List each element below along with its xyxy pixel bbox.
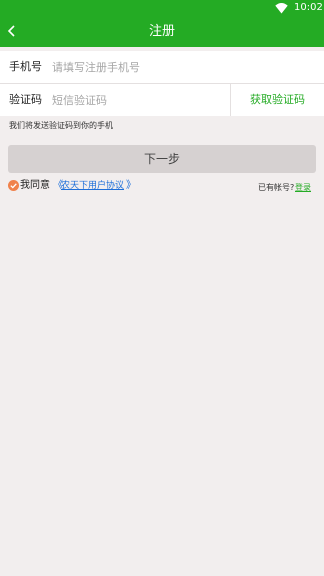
code-input[interactable] <box>52 90 222 110</box>
user-agreement-link[interactable]: 农天下用户协议 <box>61 178 124 194</box>
sms-hint: 我们将发送验证码到你的手机 <box>9 121 113 130</box>
register-form: 手机号 验证码 获取验证码 <box>0 51 324 116</box>
phone-row: 手机号 <box>0 51 324 83</box>
has-account-text: 已有帐号? <box>258 183 295 192</box>
login-link[interactable]: 登录 <box>295 181 311 195</box>
agreement-row: 我同意 《 农天下用户协议 》 已有帐号? 登录 <box>8 178 324 194</box>
phone-label: 手机号 <box>9 60 42 73</box>
app-header: 注册 <box>0 16 324 47</box>
phone-input[interactable] <box>52 57 312 77</box>
agree-label: 我同意 <box>20 180 50 191</box>
next-step-button[interactable]: 下一步 <box>8 145 316 173</box>
checkbox-checked-icon[interactable] <box>8 180 19 191</box>
page-title: 注册 <box>148 24 175 39</box>
status-bar: 10:02 <box>0 0 324 16</box>
code-row: 验证码 获取验证码 <box>0 84 324 116</box>
get-code-button[interactable]: 获取验证码 <box>231 84 324 116</box>
code-label: 验证码 <box>9 93 42 106</box>
wifi-icon <box>275 3 288 14</box>
agreement-close-bracket: 》 <box>126 180 136 191</box>
status-time: 10:02 <box>294 2 323 13</box>
